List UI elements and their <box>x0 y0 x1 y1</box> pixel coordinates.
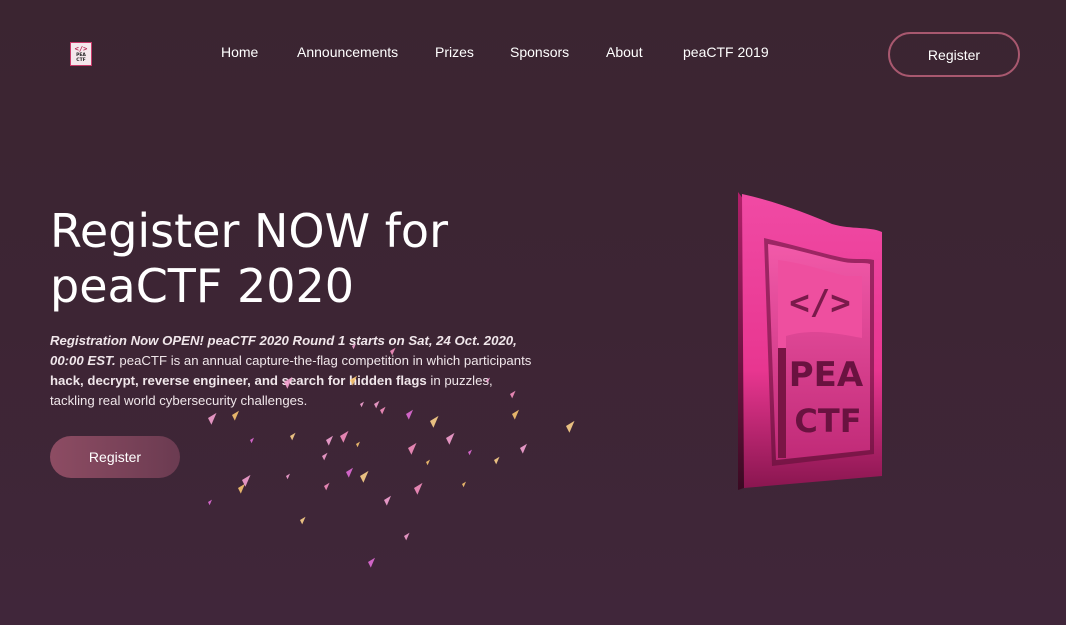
hero-desc-bold: hack, decrypt, reverse engineer, and sea… <box>50 373 427 388</box>
confetti-particle <box>408 442 417 455</box>
hero-title: Register NOW for peaCTF 2020 <box>50 204 570 314</box>
confetti-particle <box>520 443 527 454</box>
flag-word-pea: PEA <box>789 355 864 395</box>
confetti-particle <box>512 409 519 420</box>
flag-code-tag: </> <box>789 283 850 323</box>
nav-announcements[interactable]: Announcements <box>297 44 398 60</box>
confetti-particle <box>300 516 306 525</box>
confetti-particle <box>322 452 328 461</box>
confetti-particle <box>250 437 254 444</box>
hero-title-line2: peaCTF 2020 <box>50 259 355 313</box>
hero-desc-part1: peaCTF is an annual capture-the-flag com… <box>115 353 532 368</box>
confetti-particle <box>208 412 217 425</box>
confetti-particle <box>430 415 439 428</box>
confetti-particle <box>346 467 353 478</box>
peactf-flag-illustration: </> PEA CTF <box>738 192 882 490</box>
confetti-particle <box>426 459 430 466</box>
confetti-particle <box>242 474 251 487</box>
confetti-particle <box>238 483 245 494</box>
hero-title-line1: Register NOW for <box>50 204 448 258</box>
confetti-particle <box>446 432 455 445</box>
confetti-particle <box>286 473 290 480</box>
confetti-particle <box>290 432 296 441</box>
confetti-particle <box>566 420 575 433</box>
confetti-particle <box>340 430 349 443</box>
nav-prizes[interactable]: Prizes <box>435 44 474 60</box>
confetti-particle <box>208 499 212 506</box>
page: </> PEA CTF Home Announcements Prizes Sp… <box>0 0 1066 625</box>
hero-description: Registration Now OPEN! peaCTF 2020 Round… <box>50 331 540 411</box>
nav-peactf-2019[interactable]: peaCTF 2019 <box>683 44 769 60</box>
confetti-particle <box>356 441 360 448</box>
confetti-particle <box>326 435 333 446</box>
confetti-particle <box>462 481 466 488</box>
confetti-particle <box>232 410 239 421</box>
confetti-particle <box>414 482 423 495</box>
flag-word-ctf: CTF <box>794 402 861 440</box>
confetti-particle <box>360 470 369 483</box>
nav-about[interactable]: About <box>606 44 643 60</box>
confetti-particle <box>384 495 391 506</box>
confetti-particle <box>468 449 472 456</box>
nav-sponsors[interactable]: Sponsors <box>510 44 569 60</box>
nav-home[interactable]: Home <box>221 44 258 60</box>
nav-register-button[interactable]: Register <box>888 32 1020 77</box>
confetti-particle <box>406 409 413 420</box>
hero-register-button[interactable]: Register <box>50 436 180 478</box>
confetti-particle <box>324 482 330 491</box>
confetti-particle <box>404 532 410 541</box>
confetti-particle <box>494 456 500 465</box>
confetti-particle <box>368 557 375 568</box>
